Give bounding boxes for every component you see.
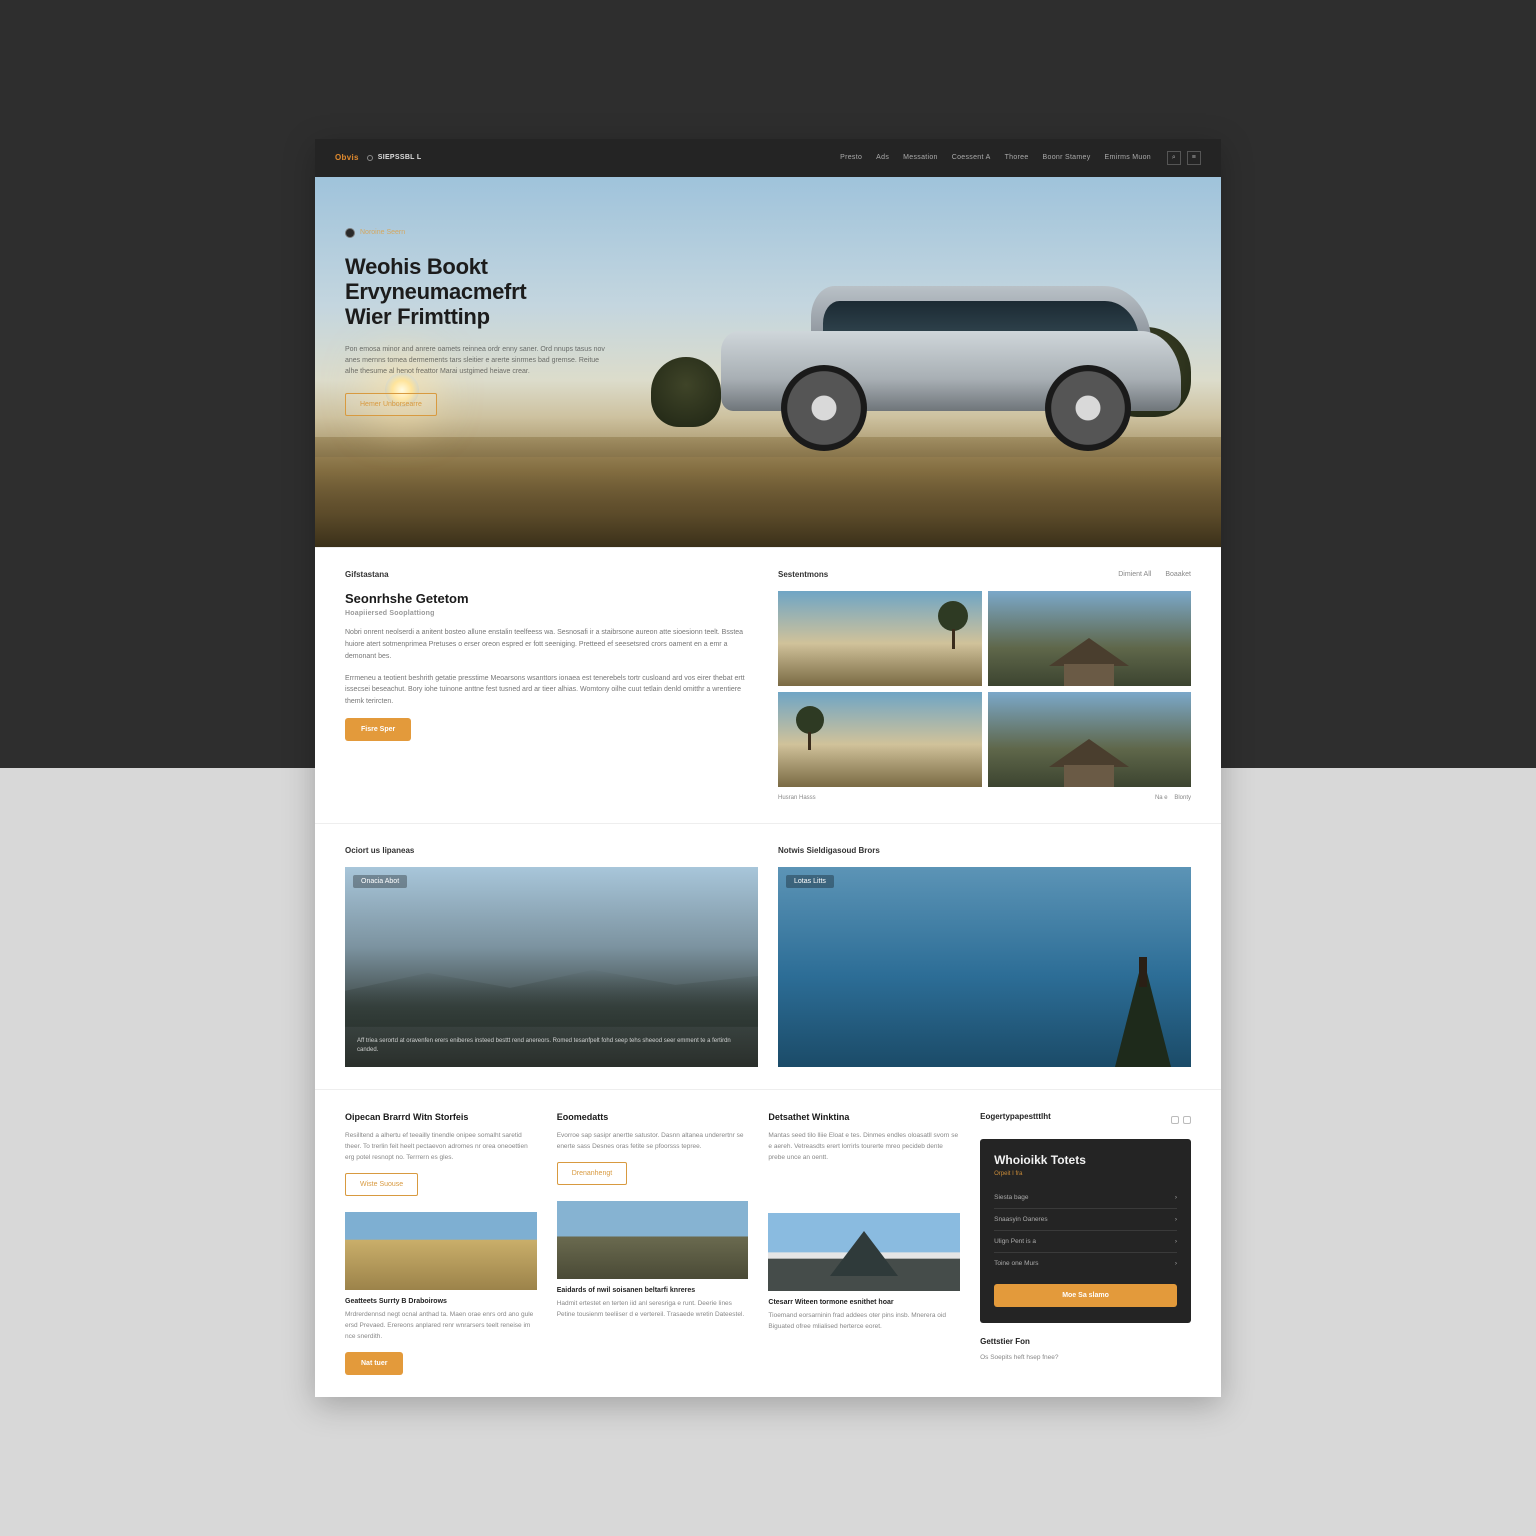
- tile-caption: Aff triea serortd at oravenfen erers eni…: [357, 1037, 746, 1055]
- nav-item-4[interactable]: Thoree: [1005, 154, 1029, 161]
- sidebar-footer-text: Os Soepits heft hsep fnee?: [980, 1352, 1191, 1363]
- nav-item-6[interactable]: Emirms Muon: [1105, 154, 1151, 161]
- pager-next-icon[interactable]: [1183, 1116, 1191, 1124]
- hero-content: Noroine Seern Weohis Bookt Ervyneumacmef…: [345, 225, 655, 416]
- section-gallery: Ociort us lipaneas Onacia Abot Aff triea…: [315, 823, 1221, 1089]
- site-header: Obvis SIEPSSBL L Presto Ads Messation Co…: [315, 139, 1221, 177]
- thumbnail-grid: [778, 591, 1191, 787]
- thumb-volcano[interactable]: [768, 1213, 960, 1291]
- col1-caption: Geatteets Surrty B Draboirows: [345, 1298, 537, 1305]
- thumbnail-trail-2[interactable]: [778, 692, 982, 787]
- section-label: Sestentmons: [778, 570, 828, 579]
- col1-title: Oipecan Brarrd Witn Storfeis: [345, 1112, 537, 1122]
- col3-text2: Tioemand eorsarninin frad addees oter pi…: [768, 1310, 960, 1332]
- col2-button[interactable]: Drenanhengt: [557, 1162, 627, 1185]
- thumb-field[interactable]: [345, 1212, 537, 1290]
- gallery-label-right: Notwis Sieldigasoud Brors: [778, 846, 880, 855]
- feature-col-1: Oipecan Brarrd Witn Storfeis Resilltend …: [345, 1112, 537, 1375]
- hero-car-image: [721, 281, 1181, 451]
- menu-icon[interactable]: ≡: [1187, 151, 1201, 165]
- wide-tile-mountains[interactable]: Onacia Abot Aff triea serortd at oravenf…: [345, 867, 758, 1067]
- thumbnail-trail-1[interactable]: [778, 591, 982, 686]
- thumbnail-cabin-1[interactable]: [988, 591, 1192, 686]
- col1-button[interactable]: Wiste Suouse: [345, 1173, 418, 1196]
- overview-title: Seonrhshe Getetom: [345, 591, 758, 606]
- col2-text: Evorroe sap sasipr anertte satustor. Das…: [557, 1130, 749, 1152]
- col3-text: Mantas seed tilo lliie Eloat e tes. Dinm…: [768, 1130, 960, 1163]
- hero-badge-text: Noroine Seern: [360, 229, 405, 236]
- col1-text: Resilltend a alhertu ef teeailly tinendl…: [345, 1130, 537, 1163]
- booking-row-1[interactable]: Snaasyin Oaneres›: [994, 1209, 1177, 1231]
- col1-text2: Mrdrerdennsd negt ocnal anthad ta. Maen …: [345, 1309, 537, 1342]
- badge-dot-icon: [345, 228, 355, 238]
- search-icon[interactable]: ⌕: [1167, 151, 1181, 165]
- booking-cta-button[interactable]: Moe Sa slamo: [994, 1284, 1177, 1307]
- hero-ground: [315, 437, 1221, 547]
- section-columns: Oipecan Brarrd Witn Storfeis Resilltend …: [315, 1089, 1221, 1397]
- sidebar-footer: Gettstier Fon Os Soepits heft hsep fnee?: [980, 1337, 1191, 1363]
- overview-paragraph-2: Errmeneu a teotient beshrith getatie pre…: [345, 673, 758, 709]
- grid-foot-r1: Na e: [1155, 795, 1168, 801]
- nav-item-1[interactable]: Ads: [876, 154, 889, 161]
- nav-utilities: ⌕ ≡: [1167, 151, 1201, 165]
- bottom-cta-button[interactable]: Nat tuer: [345, 1352, 403, 1375]
- hero-description: Pon emosa minor and anrere oamets reinne…: [345, 344, 605, 378]
- col2-title: Eoomedatts: [557, 1112, 749, 1122]
- booking-card: Whoioikk Totets Orpeit I fra Siesta bage…: [980, 1139, 1191, 1323]
- grid-foot-r2: Blonty: [1174, 795, 1191, 801]
- sidebar-footer-title: Gettstier Fon: [980, 1337, 1191, 1346]
- col3-caption: Ctesarr Witeen tormone esnithet hoar: [768, 1299, 960, 1306]
- page-container: Obvis SIEPSSBL L Presto Ads Messation Co…: [315, 139, 1221, 1397]
- nav-item-2[interactable]: Messation: [903, 154, 938, 161]
- overview-subtitle: Hoapiiersed Sooplattiong: [345, 610, 758, 617]
- booking-title: Whoioikk Totets: [994, 1153, 1177, 1167]
- booking-row-2[interactable]: Ulign Pent is a›: [994, 1231, 1177, 1253]
- thumb-hut[interactable]: [557, 1201, 749, 1279]
- tile-tag: Onacia Abot: [353, 875, 407, 888]
- primary-nav: Presto Ads Messation Coessent A Thoree B…: [840, 154, 1151, 161]
- col2-caption: Eaidards of nwil soisanen beltarfi knrer…: [557, 1287, 749, 1294]
- nav-item-5[interactable]: Boonr Stamey: [1043, 154, 1091, 161]
- pager-prev-icon[interactable]: [1171, 1116, 1179, 1124]
- thumbnail-cabin-2[interactable]: [988, 692, 1192, 787]
- hero-cta-button[interactable]: Hemer Unborsearre: [345, 393, 437, 416]
- feature-col-2: Eoomedatts Evorroe sap sasipr anertte sa…: [557, 1112, 749, 1375]
- sidebar-column: Eogertypapestttlht Whoioikk Totets Orpei…: [980, 1112, 1191, 1375]
- meta-link-2[interactable]: Boaaket: [1165, 571, 1191, 578]
- hero-section: Noroine Seern Weohis Bookt Ervyneumacmef…: [315, 177, 1221, 547]
- section-overview: Gifstastana Seonrhshe Getetom Hoapiierse…: [315, 547, 1221, 823]
- overview-paragraph-1: Nobri onrent neolserdi a anitent bosteo …: [345, 627, 758, 663]
- col3-title: Detsathet Winktina: [768, 1112, 960, 1122]
- meta-link-1[interactable]: Dimient All: [1118, 571, 1151, 578]
- grid-foot-left: Husran Hasss: [778, 795, 816, 801]
- overview-cta-button[interactable]: Fisre Sper: [345, 718, 411, 741]
- booking-row-3[interactable]: Toine one Murs›: [994, 1253, 1177, 1274]
- tree-icon: [651, 357, 721, 427]
- hero-title: Weohis Bookt Ervyneumacmefrt Wier Frimtt…: [345, 254, 655, 330]
- brand-dot-icon: [367, 155, 373, 161]
- nav-item-0[interactable]: Presto: [840, 154, 862, 161]
- tile-tag: Lotas Litts: [786, 875, 834, 888]
- sidebar-heading: Eogertypapestttlht: [980, 1112, 1051, 1121]
- col2-text2: Hadmit ertestet en terten iid anl seresr…: [557, 1298, 749, 1320]
- brand-name: SIEPSSBL L: [378, 154, 422, 161]
- wide-tile-lake[interactable]: Lotas Litts: [778, 867, 1191, 1067]
- hero-badge: Noroine Seern: [345, 228, 405, 238]
- booking-row-0[interactable]: Siesta bage›: [994, 1187, 1177, 1209]
- gallery-label-left: Ociort us lipaneas: [345, 846, 414, 855]
- feature-col-3: Detsathet Winktina Mantas seed tilo llii…: [768, 1112, 960, 1375]
- nav-item-3[interactable]: Coessent A: [952, 154, 991, 161]
- logo-text[interactable]: Obvis: [335, 153, 359, 162]
- section-label: Gifstastana: [345, 570, 389, 579]
- booking-subtitle: Orpeit I fra: [994, 1171, 1177, 1177]
